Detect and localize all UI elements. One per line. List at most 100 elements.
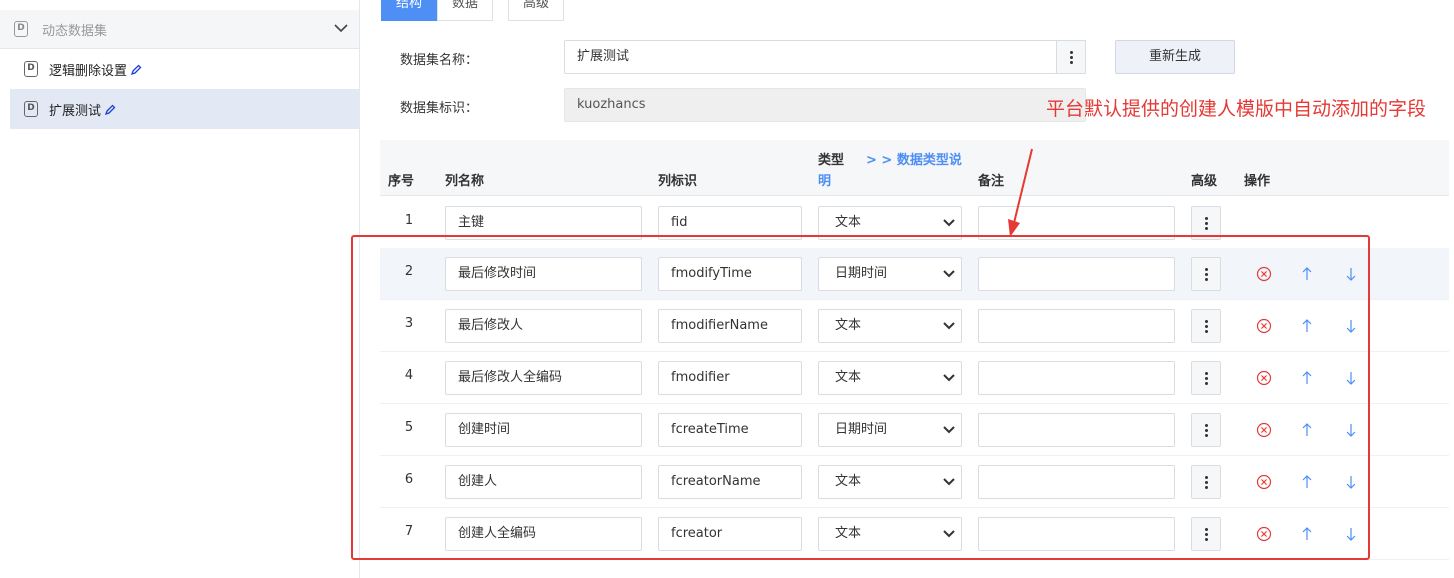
sidebar-item-logic-delete[interactable]: D 逻辑删除设置	[10, 49, 359, 89]
delete-icon[interactable]	[1256, 266, 1272, 282]
column-name-input[interactable]: 创建人	[445, 465, 642, 499]
kebab-icon[interactable]	[1191, 413, 1221, 447]
column-name-input[interactable]: 最后修改人全编码	[445, 361, 642, 395]
delete-icon[interactable]	[1256, 474, 1272, 490]
select-caret-icon	[943, 530, 955, 538]
column-id-input[interactable]: fid	[658, 206, 802, 240]
arrow-up-icon[interactable]	[1299, 266, 1315, 282]
column-type-value: 日期时间	[835, 266, 888, 281]
column-type-value: 文本	[835, 318, 862, 333]
column-type-select[interactable]: 文本	[818, 309, 962, 343]
column-type-select[interactable]: 文本	[818, 361, 962, 395]
dataset-name-input[interactable]: 扩展测试	[564, 40, 1057, 74]
column-name-input[interactable]: 最后修改人	[445, 309, 642, 343]
kebab-icon[interactable]	[1191, 465, 1221, 499]
kebab-icon[interactable]	[1191, 517, 1221, 551]
pencil-icon[interactable]	[104, 104, 116, 116]
pencil-icon[interactable]	[130, 64, 142, 76]
column-type-select[interactable]: 文本	[818, 206, 962, 240]
tab-data[interactable]: 数据	[437, 0, 494, 21]
header-advanced: 高级	[1191, 174, 1218, 189]
remark-input[interactable]	[978, 309, 1175, 343]
column-name-input[interactable]: 最后修改时间	[445, 257, 642, 291]
sidebar: D 动态数据集 D 逻辑删除设置 D 扩展测试	[0, 0, 360, 578]
column-id-input[interactable]: fmodifierName	[658, 309, 802, 343]
select-caret-icon	[943, 478, 955, 486]
dataset-icon: D	[24, 101, 38, 117]
select-caret-icon	[943, 270, 955, 278]
delete-icon[interactable]	[1256, 370, 1272, 386]
delete-icon[interactable]	[1256, 526, 1272, 542]
arrow-down-icon[interactable]	[1343, 474, 1359, 490]
column-name-input[interactable]: 创建人全编码	[445, 517, 642, 551]
column-type-select[interactable]: 日期时间	[818, 257, 962, 291]
column-name-input[interactable]: 主键	[445, 206, 642, 240]
data-type-help-link-cont[interactable]: 明	[818, 170, 831, 189]
table-row: 5 创建时间 fcreateTime 日期时间	[380, 404, 1449, 456]
table-row: 4 最后修改人全编码 fmodifier 文本	[380, 352, 1449, 404]
header-col-name: 列名称	[445, 174, 485, 189]
remark-input[interactable]	[978, 465, 1175, 499]
arrow-up-icon[interactable]	[1299, 422, 1315, 438]
sidebar-item-extension-test[interactable]: D 扩展测试	[10, 89, 359, 129]
kebab-icon[interactable]	[1191, 361, 1221, 395]
column-type-value: 文本	[835, 215, 862, 230]
kebab-icon[interactable]	[1191, 257, 1221, 291]
dataset-icon: D	[14, 21, 28, 37]
header-col-id: 列标识	[658, 174, 698, 189]
arrow-up-icon[interactable]	[1299, 370, 1315, 386]
kebab-icon[interactable]	[1191, 309, 1221, 343]
dataset-id-input: kuozhancs	[564, 88, 1086, 122]
remark-input[interactable]	[978, 257, 1175, 291]
kebab-icon[interactable]	[1191, 206, 1221, 240]
tab-advanced[interactable]: 高级	[508, 0, 565, 21]
column-id-input[interactable]: fmodifier	[658, 361, 802, 395]
remark-input[interactable]	[978, 413, 1175, 447]
regenerate-button[interactable]: 重新生成	[1115, 40, 1235, 74]
arrow-down-icon[interactable]	[1343, 370, 1359, 386]
dataset-name-label: 数据集名称：	[400, 53, 479, 68]
arrow-down-icon[interactable]	[1343, 422, 1359, 438]
header-index: 序号	[388, 174, 415, 189]
column-type-value: 文本	[835, 370, 862, 385]
row-index: 1	[404, 213, 414, 228]
table-row: 6 创建人 fcreatorName 文本	[380, 456, 1449, 508]
remark-input[interactable]	[978, 517, 1175, 551]
delete-icon[interactable]	[1256, 422, 1272, 438]
table-row: 3 最后修改人 fmodifierName 文本	[380, 300, 1449, 352]
row-index: 4	[404, 368, 414, 383]
arrow-down-icon[interactable]	[1343, 266, 1359, 282]
table-row: 2 最后修改时间 fmodifyTime 日期时间	[380, 248, 1449, 300]
arrow-up-icon[interactable]	[1299, 474, 1315, 490]
data-type-help-link[interactable]: > > 数据类型说	[866, 149, 962, 168]
tab-structure[interactable]: 结构	[381, 0, 438, 21]
row-index: 6	[404, 472, 414, 487]
column-id-input[interactable]: fcreateTime	[658, 413, 802, 447]
arrow-down-icon[interactable]	[1343, 318, 1359, 334]
column-id-input[interactable]: fmodifyTime	[658, 257, 802, 291]
chevron-down-icon[interactable]	[333, 20, 349, 36]
annotation-text: 平台默认提供的创建人模版中自动添加的字段	[1046, 98, 1427, 120]
column-type-value: 日期时间	[835, 422, 888, 437]
column-name-input[interactable]: 创建时间	[445, 413, 642, 447]
row-index: 2	[404, 264, 414, 279]
delete-icon[interactable]	[1256, 318, 1272, 334]
table-row: 7 创建人全编码 fcreator 文本	[380, 508, 1449, 560]
header-type: 类型	[818, 153, 845, 168]
dataset-group-title: 动态数据集	[42, 24, 108, 39]
arrow-up-icon[interactable]	[1299, 318, 1315, 334]
annotation-arrow-icon	[1008, 148, 1033, 237]
select-caret-icon	[943, 322, 955, 330]
arrow-down-icon[interactable]	[1343, 526, 1359, 542]
remark-input[interactable]	[978, 361, 1175, 395]
column-id-input[interactable]: fcreatorName	[658, 465, 802, 499]
select-caret-icon	[943, 374, 955, 382]
arrow-up-icon[interactable]	[1299, 526, 1315, 542]
column-type-select[interactable]: 文本	[818, 517, 962, 551]
column-type-select[interactable]: 文本	[818, 465, 962, 499]
column-type-select[interactable]: 日期时间	[818, 413, 962, 447]
kebab-icon[interactable]	[1056, 40, 1086, 74]
table-header: 序号 列名称 列标识 类型 > > 数据类型说 明 备注 高级 操作	[380, 140, 1449, 196]
column-id-input[interactable]: fcreator	[658, 517, 802, 551]
dataset-group-header[interactable]: D 动态数据集	[0, 10, 359, 49]
